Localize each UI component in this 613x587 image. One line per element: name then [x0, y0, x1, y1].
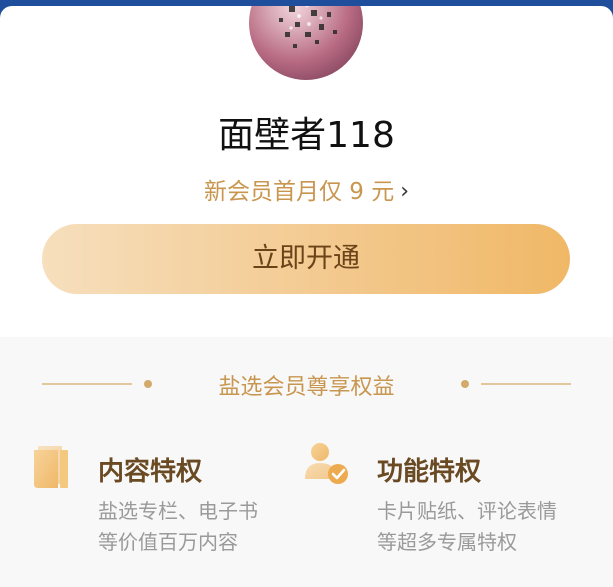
avatar[interactable] [249, 6, 363, 80]
open-membership-button[interactable]: 立即开通 [42, 224, 570, 294]
membership-card: 面壁者118 新会员首月仅 9 元 › 立即开通 盐选会员尊享权益 内容特权 盐… [0, 6, 613, 587]
username: 面壁者118 [218, 115, 395, 156]
feature-desc-content-line1: 盐选专栏、电子书 [98, 499, 258, 523]
feature-desc-content: 盐选专栏、电子书 等价值百万内容 [98, 496, 258, 558]
feature-title-function: 功能特权 [377, 457, 482, 487]
avatar-image [279, 6, 337, 48]
divider-right [481, 383, 571, 385]
book-icon [32, 444, 72, 494]
feature-desc-content-line2: 等价值百万内容 [98, 530, 238, 554]
user-check-icon [304, 441, 352, 493]
chevron-right-icon: › [400, 179, 410, 204]
feature-title-content: 内容特权 [98, 457, 203, 487]
promo-link[interactable]: 新会员首月仅 9 元 › [0, 172, 613, 206]
feature-desc-function-line2: 等超多专属特权 [377, 530, 517, 554]
benefits-section: 盐选会员尊享权益 内容特权 盐选专栏、电子书 等价值百万内容 功能特权 卡片贴纸… [0, 337, 613, 587]
feature-desc-function-line1: 卡片贴纸、评论表情 [377, 499, 557, 523]
promo-text: 新会员首月仅 9 元 [203, 179, 395, 205]
benefits-title: 盐选会员尊享权益 [218, 375, 395, 400]
feature-desc-function: 卡片贴纸、评论表情 等超多专属特权 [377, 496, 557, 558]
divider-dot-right [461, 380, 469, 388]
